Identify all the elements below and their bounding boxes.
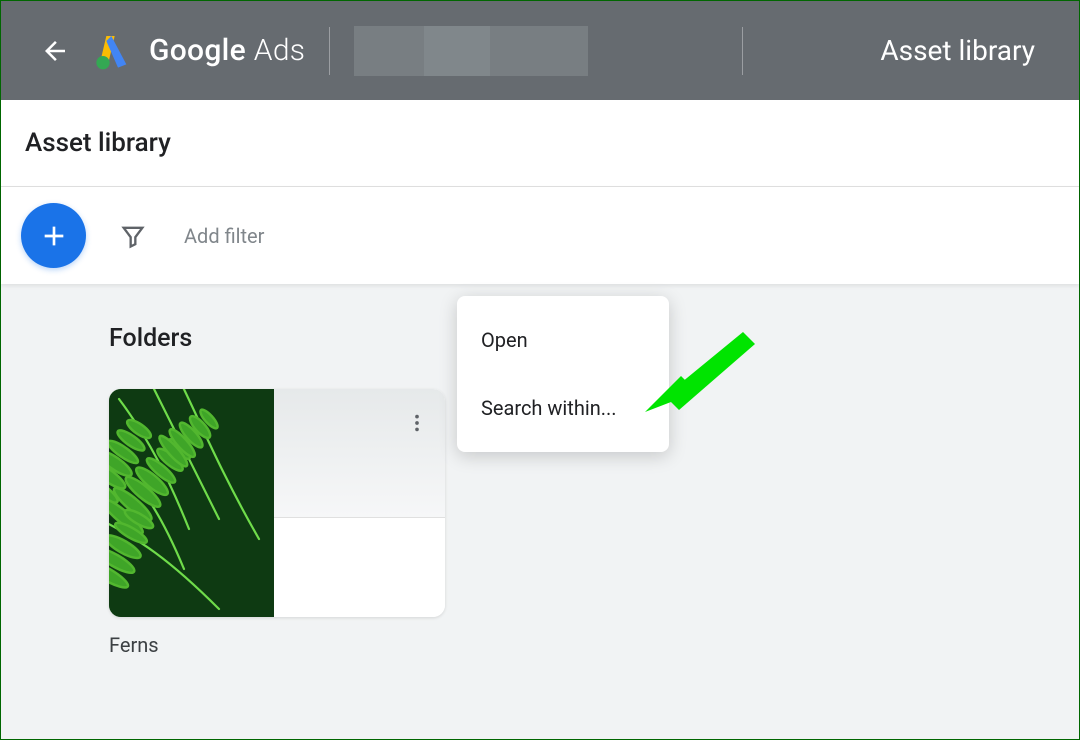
arrow-left-icon xyxy=(40,36,70,66)
product-logo: Google Ads xyxy=(93,31,305,71)
folder-name-label: Ferns xyxy=(109,633,1055,657)
account-name-redacted xyxy=(354,26,588,76)
menu-item-open[interactable]: Open xyxy=(457,312,669,368)
divider xyxy=(329,27,330,75)
filter-toolbar: Add filter xyxy=(1,187,1079,284)
folder-thumbnail xyxy=(109,389,274,617)
breadcrumb[interactable]: Asset library xyxy=(880,34,1035,67)
folder-side-panel xyxy=(274,389,445,617)
divider xyxy=(742,27,743,75)
page-title: Asset library xyxy=(25,128,1055,158)
google-ads-logo-icon xyxy=(93,31,133,71)
filter-icon xyxy=(119,222,147,250)
filter-input[interactable]: Add filter xyxy=(184,224,1059,248)
main-content: Folders xyxy=(1,284,1079,657)
folder-card[interactable] xyxy=(109,389,445,617)
folder-empty-cell-bottom xyxy=(274,517,445,617)
folder-context-menu: Open Search within... xyxy=(457,296,669,452)
more-vert-icon xyxy=(406,412,428,434)
add-asset-button[interactable] xyxy=(21,203,86,268)
folder-more-button[interactable] xyxy=(399,405,435,441)
back-button[interactable] xyxy=(35,31,75,71)
page-subheader: Asset library xyxy=(1,100,1079,187)
folder-empty-cell-top xyxy=(274,389,445,517)
app-header: Google Ads Asset library xyxy=(1,1,1079,100)
product-name: Google Ads xyxy=(149,33,305,68)
menu-item-search-within[interactable]: Search within... xyxy=(457,380,669,436)
plus-icon xyxy=(38,220,70,252)
filter-button[interactable] xyxy=(114,217,152,255)
